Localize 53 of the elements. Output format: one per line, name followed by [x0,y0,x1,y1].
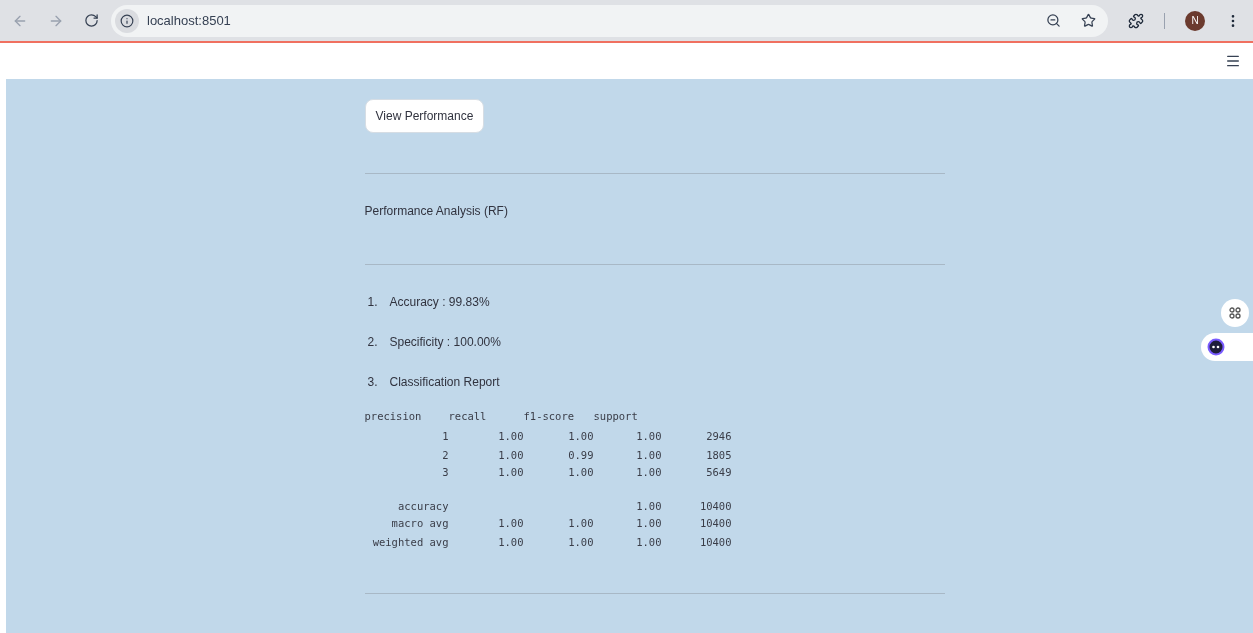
report-label: macro avg [391,517,449,530]
report-label: weighted avg [372,536,449,549]
report-value: 1.00 [636,517,662,530]
report-value: 1.00 [636,448,662,461]
report-value: 1.00 [498,466,524,478]
metric-text: Classification Report [389,374,500,391]
report-value: 1.00 [498,429,524,442]
report-value: 1.00 [568,429,594,442]
list-number: 3. [367,374,378,391]
report-value: 2946 [706,429,732,442]
report-header: recall [448,410,487,423]
report-value: 1.00 [636,536,662,549]
report-value: 1805 [706,448,732,461]
reload-icon[interactable] [84,13,99,28]
report-label: 1 [442,429,449,442]
report-header: f1-score [523,410,575,423]
report-header: support [593,410,638,423]
menu-icon[interactable] [1225,53,1241,69]
url-text[interactable]: localhost:8501 [147,10,231,31]
report-label: accuracy [397,499,449,512]
face-icon [1207,338,1225,356]
assistant-tab[interactable] [1201,333,1253,361]
grid-widget-button[interactable] [1221,299,1249,327]
report-value: 1.00 [568,466,594,478]
report-value: 1.00 [636,466,662,478]
report-value: 10400 [699,499,732,512]
address-bar[interactable]: localhost:8501 [111,4,1108,37]
report-label: 2 [442,448,449,461]
report-value: 1.00 [636,429,662,442]
metric-text: Accuracy : 99.83% [389,294,490,311]
report-value: 1.00 [498,517,524,530]
profile-avatar[interactable]: N [1185,10,1205,31]
zoom-icon[interactable] [1046,13,1061,28]
four-circles-icon [1229,307,1241,319]
report-value: 1.00 [636,499,662,512]
list-number: 2. [367,334,378,351]
report-value: 5649 [706,466,732,478]
view-performance-button[interactable]: View Performance [364,99,485,133]
report-value: 1.00 [498,536,524,549]
report-value: 1.00 [568,536,594,549]
report-value: 0.99 [568,448,594,461]
list-number: 1. [367,294,378,311]
report-label: 3 [442,466,449,478]
report-value: 10400 [699,536,732,549]
info-icon[interactable] [120,13,134,28]
section-title: Performance Analysis (RF) [364,203,509,220]
puzzle-icon[interactable] [1128,12,1144,29]
report-header: precision [364,410,422,423]
report-value: 10400 [699,517,732,530]
bookmark-star-icon[interactable] [1081,13,1096,28]
metric-text: Specificity : 100.00% [389,334,501,351]
report-value: 1.00 [568,517,594,530]
report-value: 1.00 [498,448,524,461]
